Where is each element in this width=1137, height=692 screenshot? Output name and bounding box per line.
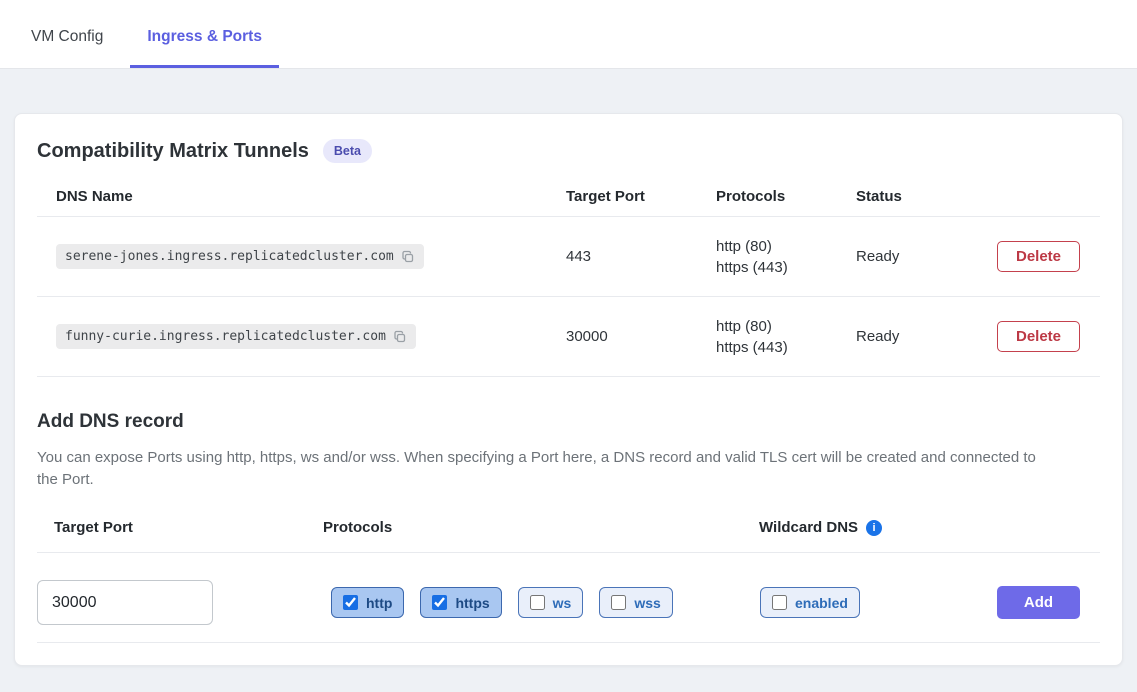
- protocol-checkbox-http[interactable]: http: [331, 587, 404, 618]
- status-value: Ready: [856, 328, 997, 345]
- add-dns-section: Add DNS record You can expose Ports usin…: [15, 411, 1122, 643]
- form-header-wildcard-dns: Wildcard DNS: [759, 519, 858, 536]
- wildcard-checkbox-group: enabled: [759, 587, 997, 618]
- target-port-value: 443: [566, 248, 716, 265]
- checkbox-label: wss: [634, 595, 660, 611]
- col-header-target-port: Target Port: [566, 188, 716, 205]
- form-header-protocols: Protocols: [323, 519, 759, 536]
- protocol-line: https (443): [716, 257, 856, 278]
- form-controls-row: http https ws wss enabled: [37, 553, 1100, 625]
- dns-name-pill: serene-jones.ingress.replicatedcluster.c…: [56, 244, 424, 269]
- col-header-protocols: Protocols: [716, 188, 856, 205]
- tab-bar: VM Config Ingress & Ports: [0, 0, 1137, 69]
- page-title: Compatibility Matrix Tunnels: [37, 140, 309, 163]
- checkbox-label: enabled: [795, 595, 848, 611]
- protocol-checkbox-group: http https ws wss: [323, 587, 759, 618]
- table-row: serene-jones.ingress.replicatedcluster.c…: [37, 217, 1100, 297]
- ws-checkbox[interactable]: [530, 595, 545, 610]
- dns-name: serene-jones.ingress.replicatedcluster.c…: [65, 249, 394, 264]
- copy-icon[interactable]: [393, 330, 407, 344]
- add-dns-title: Add DNS record: [37, 411, 1100, 433]
- divider: [37, 642, 1100, 643]
- delete-button[interactable]: Delete: [997, 241, 1080, 272]
- https-checkbox[interactable]: [432, 595, 447, 610]
- beta-badge: Beta: [323, 139, 372, 163]
- protocols-value: http (80) https (443): [716, 236, 856, 278]
- enabled-checkbox[interactable]: [772, 595, 787, 610]
- form-header-target-port: Target Port: [37, 519, 323, 536]
- status-value: Ready: [856, 248, 997, 265]
- http-checkbox[interactable]: [343, 595, 358, 610]
- tab-vm-config[interactable]: VM Config: [14, 4, 120, 68]
- target-port-value: 30000: [566, 328, 716, 345]
- col-header-dns-name: DNS Name: [37, 188, 566, 205]
- table-row: funny-curie.ingress.replicatedcluster.co…: [37, 297, 1100, 377]
- tab-ingress-ports[interactable]: Ingress & Ports: [130, 4, 279, 68]
- checkbox-label: ws: [553, 595, 572, 611]
- dns-name-pill: funny-curie.ingress.replicatedcluster.co…: [56, 324, 416, 349]
- info-icon[interactable]: i: [866, 520, 882, 536]
- form-header-row: Target Port Protocols Wildcard DNS i: [37, 519, 1100, 553]
- add-button[interactable]: Add: [997, 586, 1080, 619]
- target-port-input[interactable]: [37, 580, 213, 625]
- col-header-status: Status: [856, 188, 997, 205]
- tunnels-table: DNS Name Target Port Protocols Status se…: [37, 163, 1100, 377]
- card-header: Compatibility Matrix Tunnels Beta: [15, 114, 1122, 163]
- copy-icon[interactable]: [401, 250, 415, 264]
- delete-button[interactable]: Delete: [997, 321, 1080, 352]
- wss-checkbox[interactable]: [611, 595, 626, 610]
- checkbox-label: https: [455, 595, 489, 611]
- protocol-line: http (80): [716, 316, 856, 337]
- wildcard-enabled-checkbox[interactable]: enabled: [760, 587, 860, 618]
- protocol-checkbox-wss[interactable]: wss: [599, 587, 672, 618]
- tunnels-card: Compatibility Matrix Tunnels Beta DNS Na…: [14, 113, 1123, 666]
- protocol-checkbox-https[interactable]: https: [420, 587, 501, 618]
- add-dns-description: You can expose Ports using http, https, …: [37, 447, 1047, 491]
- protocol-line: http (80): [716, 236, 856, 257]
- dns-name: funny-curie.ingress.replicatedcluster.co…: [65, 329, 386, 344]
- protocols-value: http (80) https (443): [716, 316, 856, 358]
- protocol-line: https (443): [716, 337, 856, 358]
- protocol-checkbox-ws[interactable]: ws: [518, 587, 584, 618]
- table-header-row: DNS Name Target Port Protocols Status: [37, 163, 1100, 217]
- checkbox-label: http: [366, 595, 392, 611]
